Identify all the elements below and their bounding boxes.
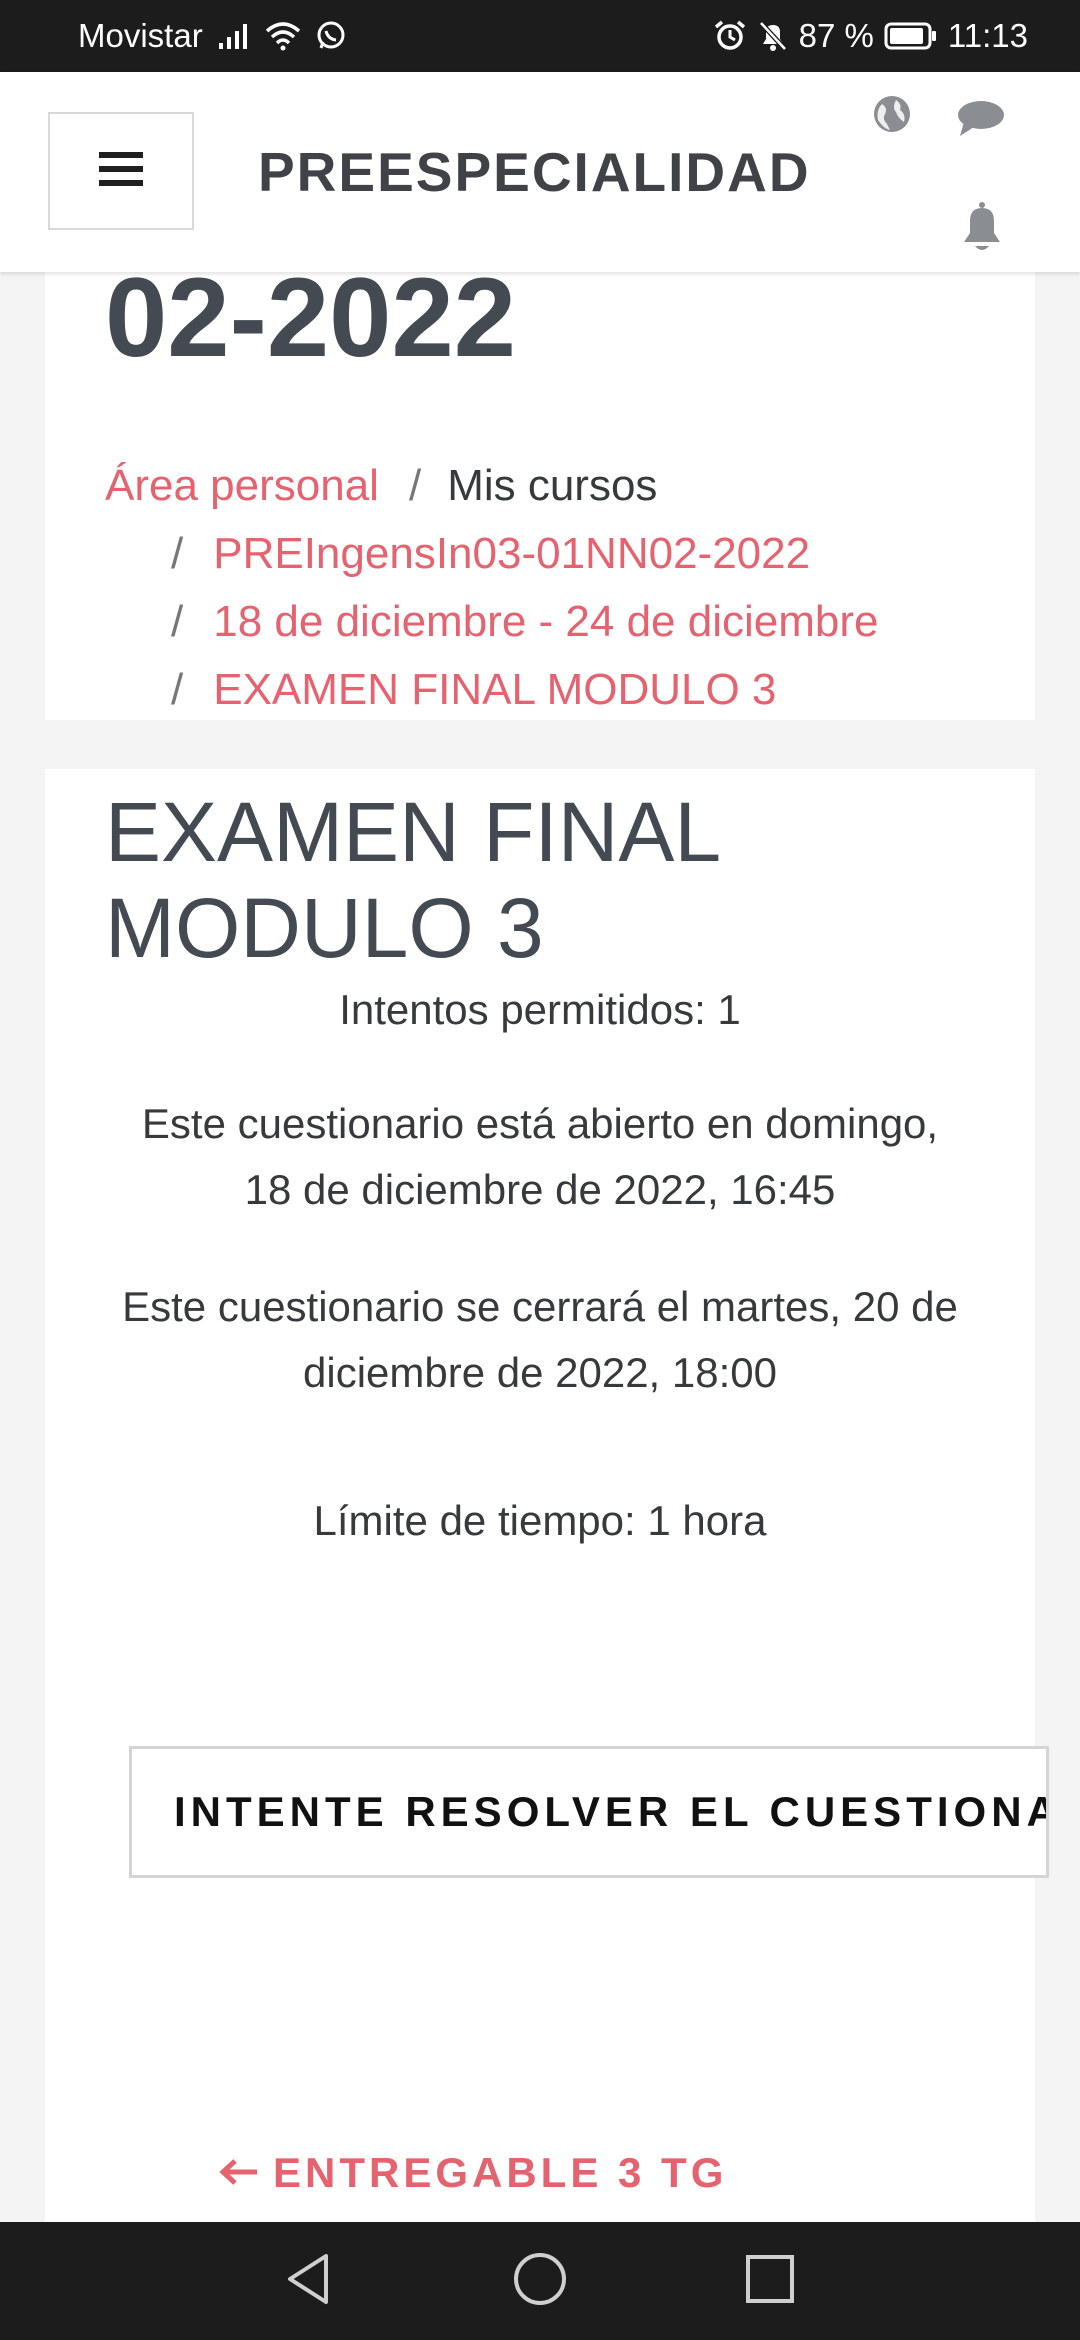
previous-activity-link[interactable]: ENTREGABLE 3 TG	[219, 2149, 727, 2197]
attempt-quiz-button[interactable]: INTENTE RESOLVER EL CUESTIONARIO AHORA	[129, 1746, 1049, 1878]
breadcrumb: Área personal / Mis cursos / PREIngensIn…	[105, 452, 1005, 724]
language-icon[interactable]	[872, 94, 912, 139]
attempt-quiz-label: INTENTE RESOLVER EL CUESTIONARIO AHORA	[174, 1788, 1046, 1835]
status-bar: Movistar 87 % 11:13	[0, 0, 1080, 72]
breadcrumb-separator: /	[171, 597, 184, 646]
whatsapp-icon	[315, 20, 347, 52]
mute-icon	[757, 19, 789, 53]
quiz-close-line2: diciembre de 2022, 18:00	[303, 1349, 777, 1396]
menu-icon	[99, 150, 143, 193]
wifi-icon	[265, 21, 301, 51]
breadcrumb-separator: /	[171, 665, 184, 714]
clock: 11:13	[947, 17, 1028, 54]
breadcrumb-separator: /	[171, 529, 184, 578]
quiz-card: EXAMEN FINAL MODULO 3 Intentos permitido…	[45, 769, 1049, 2222]
alarm-icon	[713, 19, 747, 53]
home-icon[interactable]	[512, 2244, 568, 2319]
battery-icon	[884, 21, 938, 51]
page-title: EXAMEN FINAL MODULO 3	[105, 784, 905, 976]
time-limit: Límite de tiempo: 1 hora	[313, 1497, 767, 1544]
back-icon[interactable]	[282, 2244, 336, 2319]
quiz-title-line1: EXAMEN FINAL	[105, 785, 722, 879]
messages-icon[interactable]	[956, 98, 1006, 143]
breadcrumb-item-area-personal[interactable]: Área personal	[105, 452, 379, 520]
breadcrumb-item-week[interactable]: 18 de diciembre - 24 de diciembre	[213, 588, 878, 656]
arrow-left-icon	[219, 2149, 259, 2197]
breadcrumb-item-course[interactable]: PREIngensIn03-01NN02-2022	[213, 520, 810, 588]
signal-icon	[217, 21, 251, 51]
system-navigation-bar	[0, 2222, 1080, 2340]
recents-icon[interactable]	[742, 2244, 798, 2319]
breadcrumb-item-quiz[interactable]: EXAMEN FINAL MODULO 3	[213, 656, 776, 724]
notifications-icon[interactable]	[958, 202, 1006, 259]
previous-activity-label: ENTREGABLE 3 TG	[273, 2149, 728, 2196]
quiz-open-line2: 18 de diciembre de 2022, 16:45	[244, 1166, 836, 1213]
quiz-open-date: Este cuestionario está abierto en doming…	[85, 1091, 995, 1223]
quiz-open-line1: Este cuestionario está abierto en doming…	[141, 1100, 939, 1147]
page-content: 02-2022 Área personal / Mis cursos / PRE…	[0, 272, 1080, 2222]
attempts-allowed: Intentos permitidos: 1	[339, 986, 741, 1033]
quiz-title-line2: MODULO 3	[105, 881, 544, 975]
quiz-close-line1: Este cuestionario se cerrará el martes, …	[122, 1283, 958, 1330]
course-title: 02-2022	[105, 272, 517, 380]
breadcrumb-separator: /	[408, 461, 422, 510]
breadcrumb-item-mis-cursos: Mis cursos	[447, 461, 658, 510]
top-navbar: PREESPECIALIDAD	[0, 72, 1080, 272]
battery-percent: 87 %	[798, 17, 874, 54]
menu-button[interactable]	[48, 112, 194, 230]
quiz-close-date: Este cuestionario se cerrará el martes, …	[85, 1274, 995, 1406]
site-name[interactable]: PREESPECIALIDAD	[258, 140, 811, 204]
carrier-label: Movistar	[78, 17, 203, 54]
course-header-card: 02-2022 Área personal / Mis cursos / PRE…	[45, 272, 1035, 720]
